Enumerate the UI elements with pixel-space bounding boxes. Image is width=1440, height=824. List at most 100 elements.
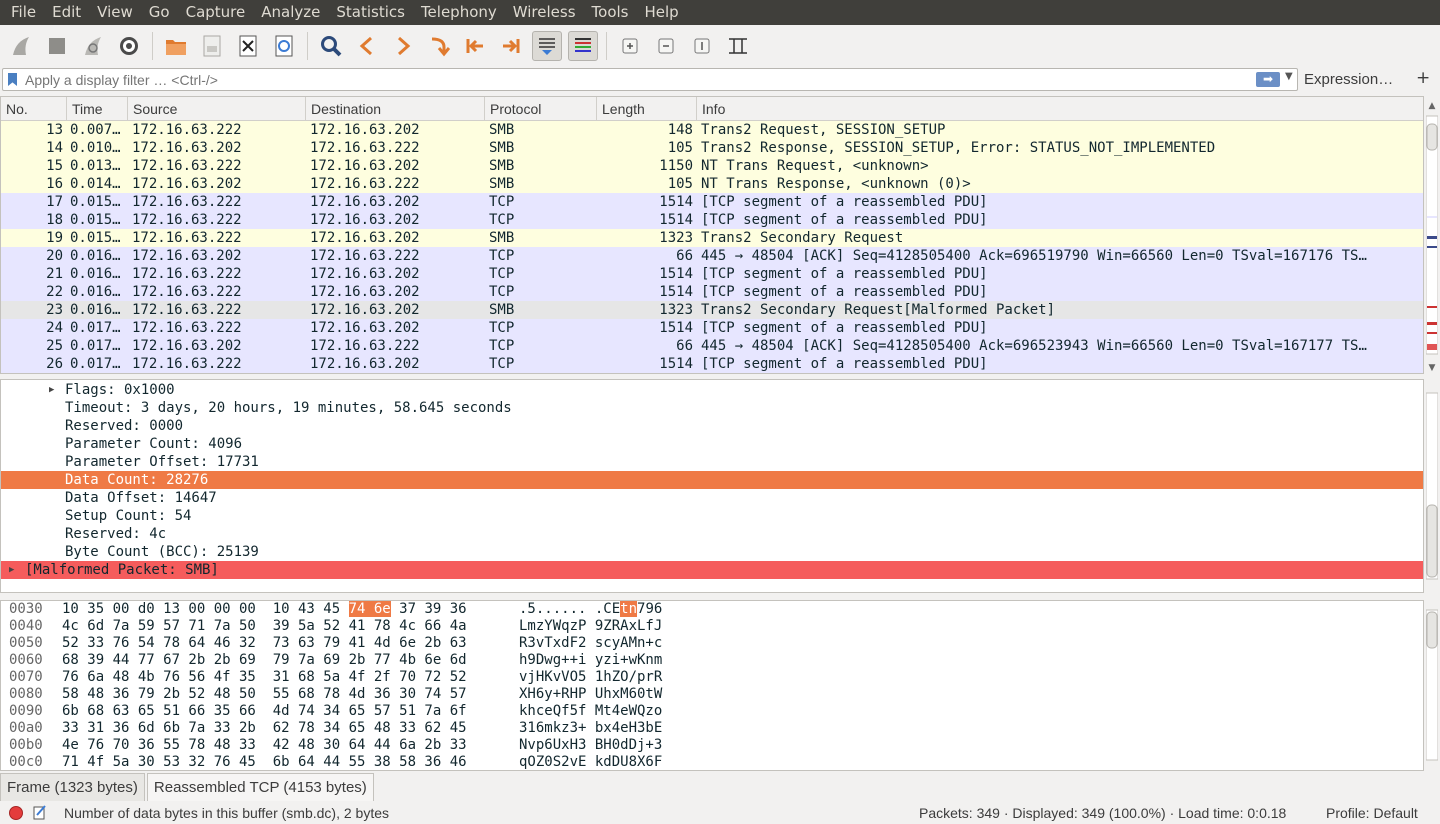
expression-button[interactable]: Expression… bbox=[1304, 71, 1393, 88]
details-scrollbar[interactable] bbox=[1425, 379, 1439, 593]
apply-filter-arrow-icon[interactable]: ➡ bbox=[1256, 72, 1280, 87]
column-header-length[interactable]: Length bbox=[597, 97, 697, 120]
malformed-packet-item[interactable]: ▶ [Malformed Packet: SMB] bbox=[1, 561, 1423, 579]
zoom-normal-icon[interactable] bbox=[687, 31, 717, 61]
tab-reassembled-tcp[interactable]: Reassembled TCP (4153 bytes) bbox=[146, 773, 374, 801]
shark-fin-restart-icon[interactable] bbox=[78, 31, 108, 61]
bytes-scrollbar[interactable] bbox=[1425, 600, 1439, 771]
first-packet-icon[interactable] bbox=[460, 31, 490, 61]
detail-field[interactable]: Parameter Count: 4096 bbox=[1, 435, 1423, 453]
menu-analyze[interactable]: Analyze bbox=[253, 0, 328, 25]
hex-dump-row[interactable]: 00b0 4e 76 70 36 55 78 48 33 42 48 30 64 … bbox=[1, 737, 1423, 754]
packet-proto-cell: TCP bbox=[489, 356, 515, 372]
packet-list-scrollbar[interactable]: ▲ ▼ bbox=[1425, 96, 1439, 374]
hex-dump-row[interactable]: 00a0 33 31 36 6d 6b 7a 33 2b 62 78 34 65 … bbox=[1, 720, 1423, 737]
detail-field[interactable]: Timeout: 3 days, 20 hours, 19 minutes, 5… bbox=[1, 399, 1423, 417]
menu-view[interactable]: View bbox=[89, 0, 141, 25]
gear-options-icon[interactable] bbox=[114, 31, 144, 61]
autoscroll-icon[interactable] bbox=[532, 31, 562, 61]
packet-row[interactable]: 25 0.017… 172.16.63.202 172.16.63.222 TCP 66 4… bbox=[1, 337, 1423, 355]
arrow-left-icon[interactable] bbox=[352, 31, 382, 61]
packet-row[interactable]: 18 0.015… 172.16.63.222 172.16.63.202 TCP 151… bbox=[1, 211, 1423, 229]
packet-row[interactable]: 17 0.015… 172.16.63.222 172.16.63.202 TCP 151… bbox=[1, 193, 1423, 211]
menu-edit[interactable]: Edit bbox=[44, 0, 89, 25]
detail-field[interactable]: Data Offset: 14647 bbox=[1, 489, 1423, 507]
open-folder-icon[interactable] bbox=[161, 31, 191, 61]
menu-tools[interactable]: Tools bbox=[584, 0, 637, 25]
detail-text: Reserved: 4c bbox=[65, 526, 167, 542]
detail-field[interactable]: Reserved: 4c bbox=[1, 525, 1423, 543]
add-filter-button[interactable]: + bbox=[1416, 68, 1430, 88]
arrow-right-icon[interactable] bbox=[388, 31, 418, 61]
detail-field[interactable]: ▶ Flags: 0x1000 bbox=[1, 381, 1423, 399]
column-header-time[interactable]: Time bbox=[67, 97, 128, 120]
hex-dump-row[interactable]: 0030 10 35 00 d0 13 00 00 00 10 43 45 74 … bbox=[1, 601, 1423, 618]
byte-text: vjHKvVO5 1hZO/prR bbox=[519, 669, 663, 685]
magnifier-search-icon[interactable] bbox=[316, 31, 346, 61]
display-filter-input[interactable] bbox=[25, 71, 1245, 88]
hex-dump-row[interactable]: 0070 76 6a 48 4b 76 56 4f 35 31 68 5a 4f … bbox=[1, 669, 1423, 686]
resize-columns-icon[interactable] bbox=[723, 31, 753, 61]
menu-telephony[interactable]: Telephony bbox=[413, 0, 505, 25]
packet-row[interactable]: 24 0.017… 172.16.63.222 172.16.63.202 TCP 151… bbox=[1, 319, 1423, 337]
file-save-icon[interactable] bbox=[197, 31, 227, 61]
menu-go[interactable]: Go bbox=[141, 0, 178, 25]
detail-text: Parameter Count: 4096 bbox=[65, 436, 243, 452]
hex-dump-row[interactable]: 00c0 71 4f 5a 30 53 32 76 45 6b 64 44 55 … bbox=[1, 754, 1423, 770]
capture-comment-icon[interactable] bbox=[33, 805, 47, 820]
byte-text: 4c 6d 7a 59 57 71 7a 50 39 5a 52 41 78 4… bbox=[62, 618, 467, 634]
expand-triangle-icon[interactable]: ▶ bbox=[9, 561, 14, 579]
detail-field[interactable]: Data Count: 28276 bbox=[1, 471, 1423, 489]
packet-time-cell: 0.015… bbox=[70, 212, 121, 228]
column-header-source[interactable]: Source bbox=[128, 97, 306, 120]
shark-fin-start-icon[interactable] bbox=[6, 31, 36, 61]
packet-row[interactable]: 16 0.014… 172.16.63.202 172.16.63.222 SMB 105… bbox=[1, 175, 1423, 193]
packet-row[interactable]: 22 0.016… 172.16.63.222 172.16.63.202 TCP 151… bbox=[1, 283, 1423, 301]
packet-row[interactable]: 19 0.015… 172.16.63.222 172.16.63.202 SMB 132… bbox=[1, 229, 1423, 247]
detail-field[interactable]: Parameter Offset: 17731 bbox=[1, 453, 1423, 471]
packet-row[interactable]: 15 0.013… 172.16.63.222 172.16.63.202 SMB 115… bbox=[1, 157, 1423, 175]
packet-row[interactable]: 14 0.010… 172.16.63.202 172.16.63.222 SMB 105… bbox=[1, 139, 1423, 157]
packet-row[interactable]: 13 0.007… 172.16.63.222 172.16.63.202 SMB 148… bbox=[1, 121, 1423, 139]
byte-text: 4e 76 70 36 55 78 48 33 42 48 30 64 44 6… bbox=[62, 737, 467, 753]
hex-dump-row[interactable]: 0050 52 33 76 54 78 64 46 32 73 63 79 41 … bbox=[1, 635, 1423, 652]
packet-src-cell: 172.16.63.222 bbox=[132, 320, 242, 336]
packet-no-cell: 23 bbox=[46, 302, 63, 318]
column-header-info[interactable]: Info bbox=[697, 97, 1423, 120]
packet-row[interactable]: 20 0.016… 172.16.63.202 172.16.63.222 TCP 66 4… bbox=[1, 247, 1423, 265]
expert-info-status-icon[interactable] bbox=[9, 806, 23, 820]
detail-field[interactable]: Setup Count: 54 bbox=[1, 507, 1423, 525]
bookmark-icon[interactable] bbox=[8, 73, 17, 86]
hex-dump-row[interactable]: 0080 58 48 36 79 2b 52 48 50 55 68 78 4d … bbox=[1, 686, 1423, 703]
zoom-in-icon[interactable] bbox=[615, 31, 645, 61]
hex-dump-row[interactable]: 0060 68 39 44 77 67 2b 2b 69 79 7a 69 2b … bbox=[1, 652, 1423, 669]
last-packet-icon[interactable] bbox=[496, 31, 526, 61]
column-header-no[interactable]: No. bbox=[1, 97, 67, 120]
expand-triangle-icon[interactable]: ▶ bbox=[49, 381, 54, 399]
go-to-packet-icon[interactable] bbox=[424, 31, 454, 61]
status-message: Number of data bytes in this buffer (smb… bbox=[64, 805, 390, 821]
chevron-down-icon[interactable]: ▼ bbox=[1285, 71, 1293, 82]
zoom-out-icon[interactable] bbox=[651, 31, 681, 61]
packet-row[interactable]: 26 0.017… 172.16.63.222 172.16.63.202 TCP 151… bbox=[1, 355, 1423, 373]
menu-wireless[interactable]: Wireless bbox=[505, 0, 584, 25]
packet-row[interactable]: 21 0.016… 172.16.63.222 172.16.63.202 TCP 151… bbox=[1, 265, 1423, 283]
packet-info-cell: NT Trans Request, <unknown> bbox=[701, 158, 929, 174]
menu-capture[interactable]: Capture bbox=[178, 0, 254, 25]
menu-file[interactable]: File bbox=[3, 0, 44, 25]
packet-row[interactable]: 23 0.016… 172.16.63.222 172.16.63.202 SMB 132… bbox=[1, 301, 1423, 319]
close-file-icon[interactable] bbox=[233, 31, 263, 61]
stop-square-icon[interactable] bbox=[42, 31, 72, 61]
tab-frame[interactable]: Frame (1323 bytes) bbox=[0, 773, 145, 801]
menu-statistics[interactable]: Statistics bbox=[328, 0, 413, 25]
colorize-icon[interactable] bbox=[568, 31, 598, 61]
detail-field[interactable]: Byte Count (BCC): 25139 bbox=[1, 543, 1423, 561]
reload-icon[interactable] bbox=[269, 31, 299, 61]
column-header-destination[interactable]: Destination bbox=[306, 97, 485, 120]
status-profile[interactable]: Profile: Default bbox=[1326, 805, 1418, 821]
menu-help[interactable]: Help bbox=[636, 0, 686, 25]
detail-field[interactable]: Reserved: 0000 bbox=[1, 417, 1423, 435]
hex-dump-row[interactable]: 0040 4c 6d 7a 59 57 71 7a 50 39 5a 52 41 … bbox=[1, 618, 1423, 635]
hex-dump-row[interactable]: 0090 6b 68 63 65 51 66 35 66 4d 74 34 65 … bbox=[1, 703, 1423, 720]
column-header-protocol[interactable]: Protocol bbox=[485, 97, 597, 120]
